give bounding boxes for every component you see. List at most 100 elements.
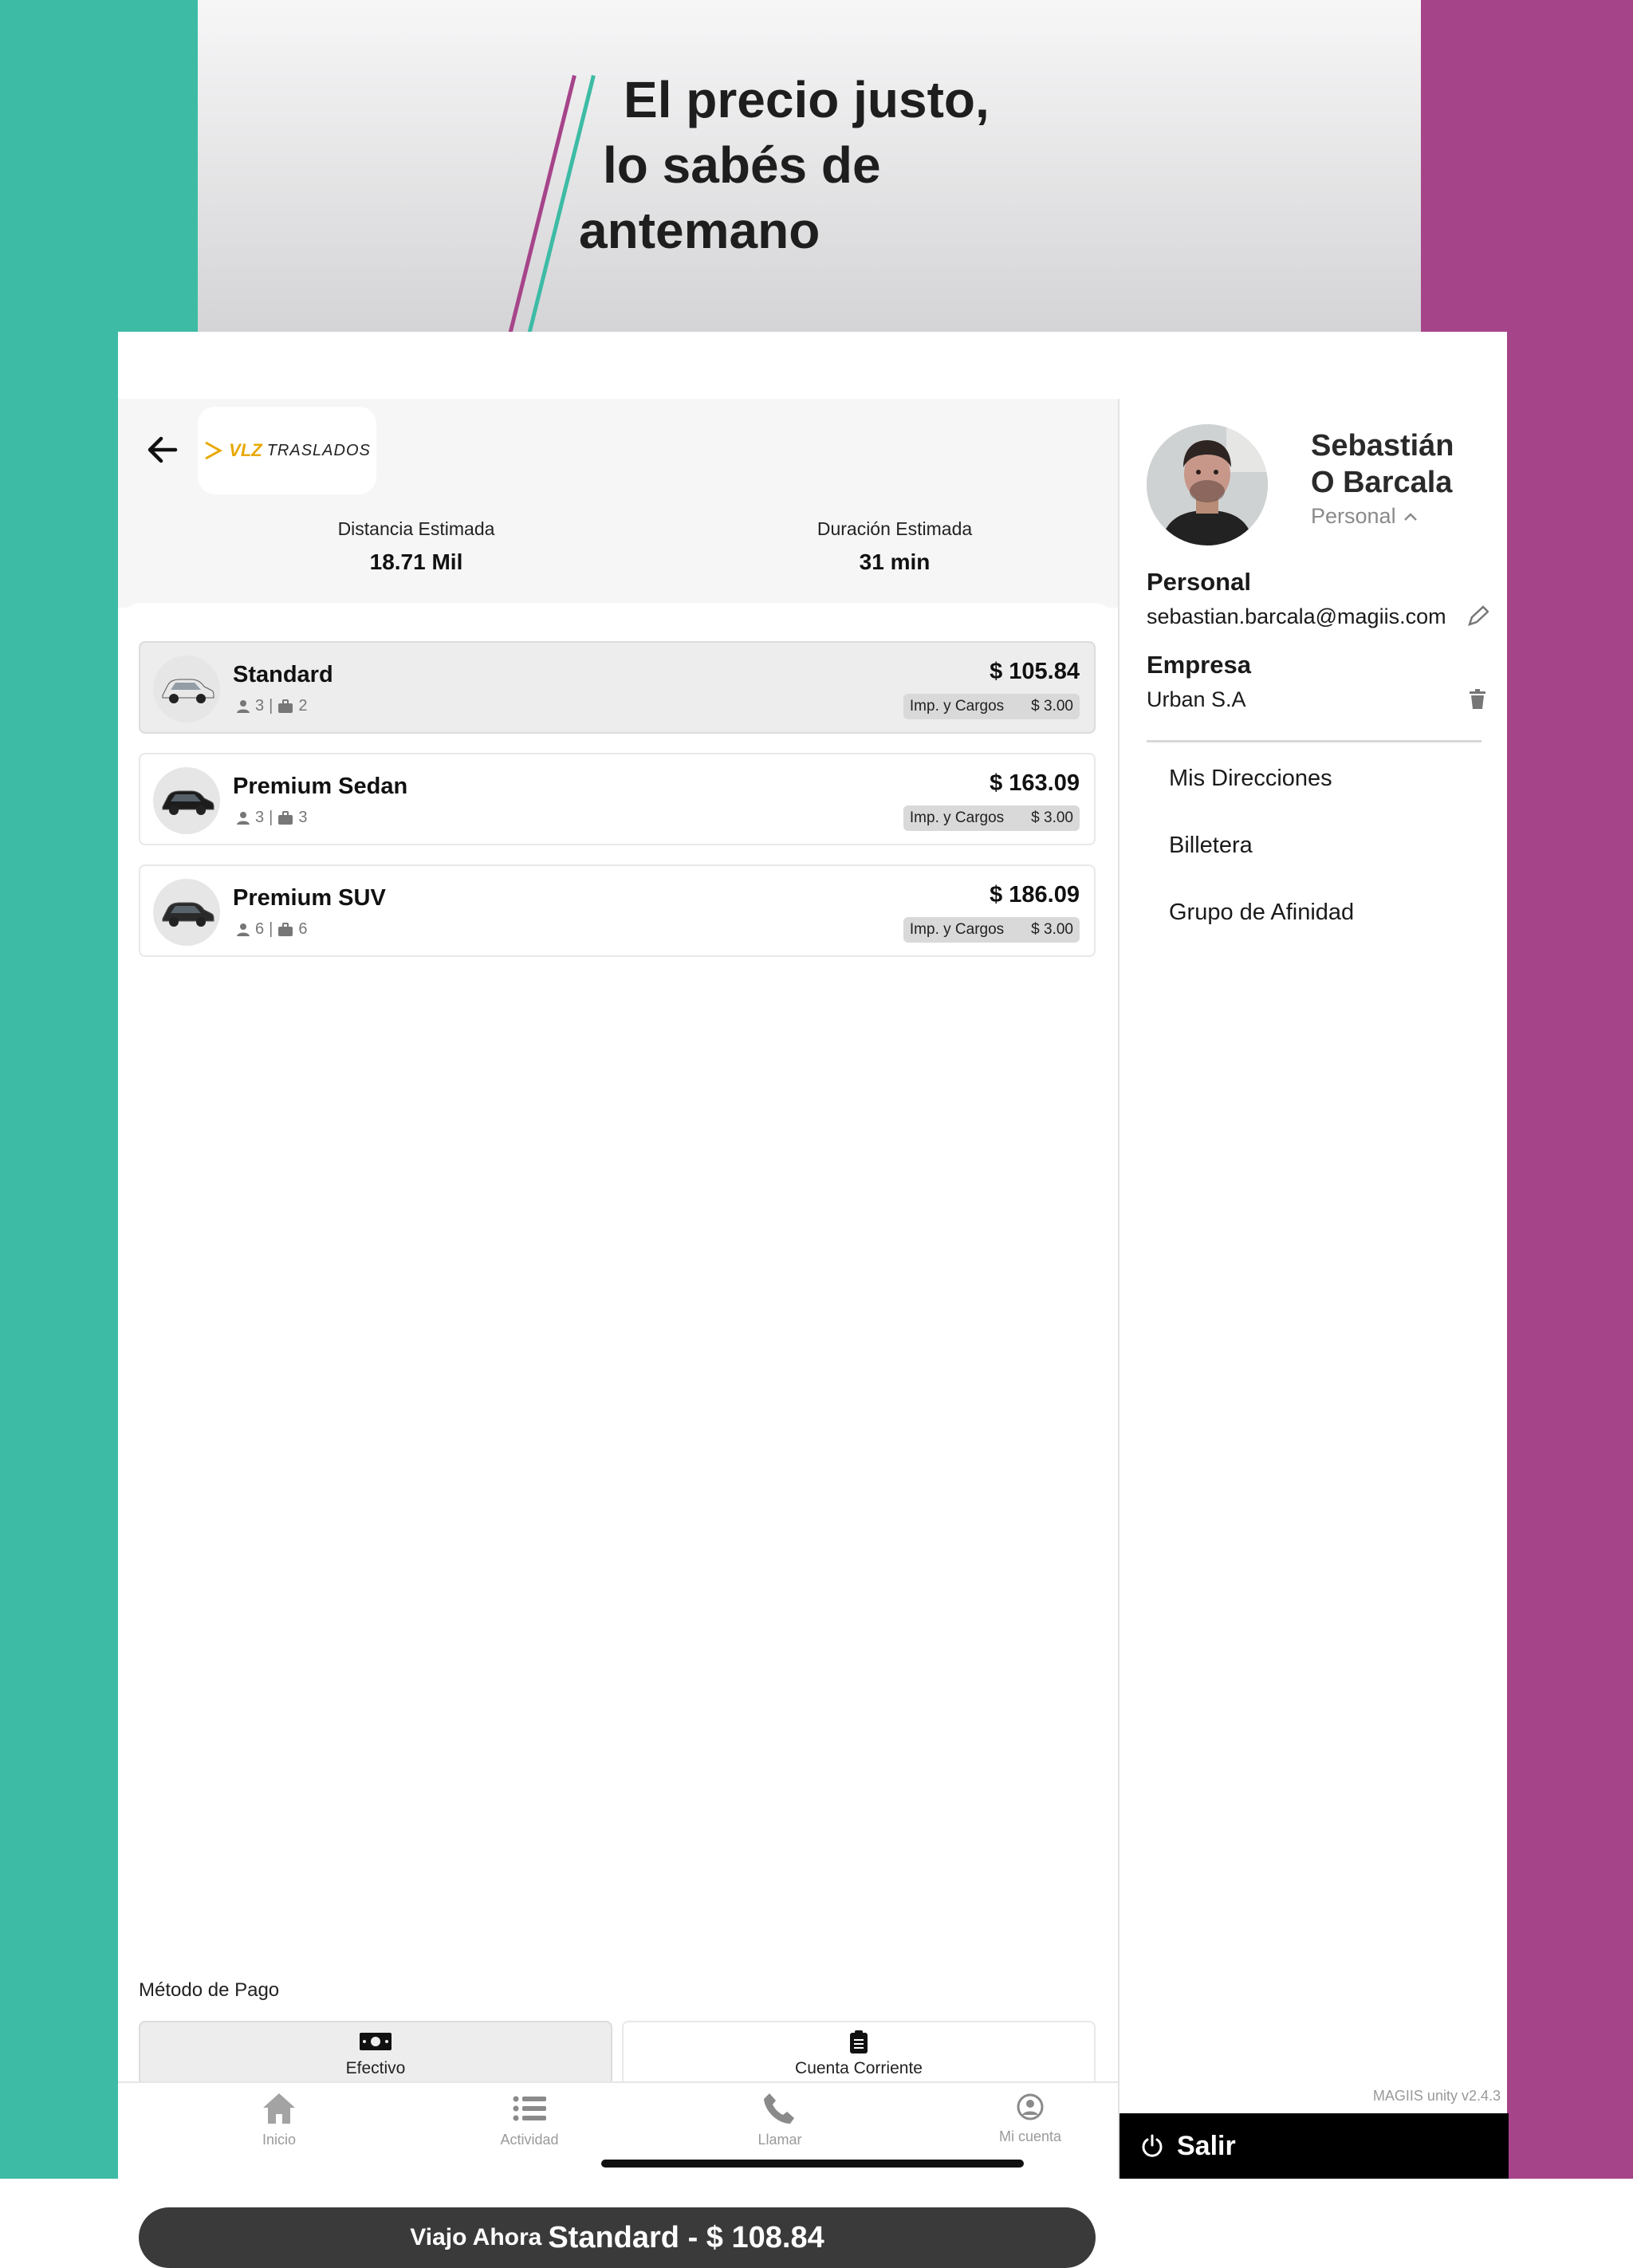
profile-selector-label: Personal [1311, 504, 1396, 528]
vehicle-name: Premium Sedan [233, 774, 408, 799]
vehicle-luggage: 6 [298, 920, 308, 938]
user-photo-icon [1147, 424, 1268, 545]
home-indicator [601, 2160, 1024, 2168]
person-icon [237, 923, 250, 936]
payment-option-cash[interactable]: Efectivo [139, 2021, 612, 2086]
banner-line-2: lo sabés de [603, 136, 881, 194]
logo-chevron-icon [205, 441, 223, 460]
vehicle-taxes-badge: Imp. y Cargos $ 3.00 [903, 805, 1080, 831]
vehicle-option[interactable]: Premium SUV 6 | 6 $ 186.09 Imp. y Cargos $ 3.0… [139, 864, 1096, 957]
tab-inicio[interactable]: Inicio [199, 2091, 359, 2148]
banner-headline: El precio justo, lo sabés de antemano [579, 67, 1153, 263]
person-icon [237, 811, 250, 825]
trash-icon [1470, 689, 1485, 709]
briefcase-icon [278, 922, 293, 936]
vehicle-luggage: 3 [298, 809, 308, 826]
clipboard-icon [850, 2030, 868, 2053]
duration-label: Duración Estimada [816, 518, 973, 539]
banner-line-3: antemano [579, 202, 820, 259]
logo-mark-text: VLZ [229, 440, 262, 460]
trip-quote-panel: VLZ TRASLADOS Distancia Estimada 18.71 M… [118, 399, 1118, 2268]
tab-mi-cuenta[interactable]: Mi cuenta [950, 2091, 1110, 2145]
car-icon [162, 790, 214, 815]
vehicle-passengers: 6 [255, 920, 265, 938]
distance-label: Distancia Estimada [337, 518, 495, 539]
menu-item-mis-direcciones[interactable]: Mis Direcciones [1169, 766, 1332, 792]
ride-now-detail: Standard - $ 108.84 [548, 2220, 824, 2254]
banner-line-1: El precio justo, [624, 71, 990, 128]
avatar [1147, 424, 1268, 545]
account-company-title: Empresa [1147, 651, 1251, 679]
user-name-line-2: O Barcala [1311, 466, 1453, 499]
vehicle-taxes-badge: Imp. y Cargos $ 3.00 [903, 917, 1080, 943]
logout-label: Salir [1177, 2130, 1236, 2161]
account-icon [1017, 2093, 1044, 2120]
briefcase-icon [278, 699, 293, 713]
tab-inicio-label: Inicio [262, 2132, 297, 2148]
estimated-distance: Distancia Estimada 18.71 Mil [257, 518, 576, 575]
sidebar-divider [1147, 740, 1482, 742]
account-company-name: Urban S.A [1147, 687, 1246, 711]
trip-summary-header: VLZ TRASLADOS Distancia Estimada 18.71 M… [118, 399, 1118, 608]
payment-option-account-label: Cuenta Corriente [795, 2059, 923, 2077]
vehicle-name: Standard [233, 662, 333, 687]
car-icon [162, 679, 214, 703]
user-name-line-1: Sebastián [1311, 429, 1454, 463]
phone-icon [764, 2093, 794, 2124]
edit-account-button[interactable] [1464, 603, 1491, 630]
vehicle-taxes-label: Imp. y Cargos [909, 809, 1005, 826]
vehicle-taxes-value: $ 3.00 [1031, 809, 1073, 826]
back-button[interactable] [140, 427, 185, 472]
vehicle-price: $ 186.09 [990, 882, 1080, 908]
pencil-icon [1468, 605, 1489, 626]
profile-selector[interactable]: Personal [1311, 504, 1419, 529]
vehicle-price: $ 105.84 [990, 659, 1080, 684]
logout-button[interactable]: Salir [1119, 2113, 1509, 2179]
vehicle-image [153, 767, 220, 834]
account-personal-title: Personal [1147, 568, 1251, 596]
vehicle-image [153, 656, 220, 723]
cash-icon [360, 2033, 392, 2050]
tab-mi-cuenta-label: Mi cuenta [998, 2128, 1062, 2144]
car-icon [162, 902, 214, 927]
vehicle-taxes-badge: Imp. y Cargos $ 3.00 [903, 694, 1080, 719]
vehicle-capacity: 3 | 3 [236, 809, 307, 827]
menu-item-grupo-de-afinidad[interactable]: Grupo de Afinidad [1169, 900, 1354, 926]
capacity-separator: | [269, 920, 273, 938]
user-name: Sebastián O Barcala [1311, 427, 1454, 501]
person-icon [237, 699, 250, 713]
payment-method-label: Método de Pago [139, 1979, 280, 2001]
capacity-separator: | [269, 809, 273, 826]
payment-option-account[interactable]: Cuenta Corriente [622, 2021, 1096, 2086]
delete-account-button[interactable] [1464, 686, 1491, 713]
vehicle-option[interactable]: Standard 3 | 2 $ 105.84 Imp. y Cargos $ 3.00 [139, 641, 1096, 734]
power-icon [1142, 2134, 1163, 2157]
account-sidebar: Sebastián O Barcala Personal Personal se… [1118, 399, 1509, 2179]
app-version: MAGIIS unity v2.4.3 [1372, 2088, 1501, 2104]
vehicle-passengers: 3 [255, 809, 265, 826]
briefcase-icon [278, 810, 293, 825]
tab-actividad[interactable]: Actividad [450, 2091, 609, 2148]
vehicle-luggage: 2 [298, 697, 308, 715]
promo-banner: El precio justo, lo sabés de antemano [198, 0, 1421, 332]
vehicle-capacity: 3 | 2 [236, 697, 307, 715]
vehicle-taxes-value: $ 3.00 [1031, 698, 1073, 715]
distance-value: 18.71 Mil [369, 549, 463, 574]
vehicle-taxes-label: Imp. y Cargos [909, 921, 1005, 938]
vehicle-taxes-label: Imp. y Cargos [909, 698, 1005, 715]
app-window: VLZ TRASLADOS Distancia Estimada 18.71 M… [118, 332, 1509, 2268]
chevron-up-icon [1403, 512, 1417, 521]
tab-llamar[interactable]: Llamar [700, 2091, 860, 2148]
ride-now-prefix: Viajo Ahora [410, 2224, 542, 2250]
vehicle-name: Premium SUV [233, 885, 386, 911]
ride-now-button[interactable]: Viajo Ahora Standard - $ 108.84 [139, 2207, 1096, 2268]
vehicle-passengers: 3 [255, 697, 265, 715]
vehicle-capacity: 6 | 6 [236, 920, 307, 939]
vehicle-taxes-value: $ 3.00 [1031, 921, 1073, 938]
payment-option-cash-label: Efectivo [345, 2059, 406, 2077]
arrow-left-icon [148, 436, 178, 463]
vehicle-option[interactable]: Premium Sedan 3 | 3 $ 163.09 Imp. y Cargos $ 3… [139, 753, 1096, 845]
menu-item-billetera[interactable]: Billetera [1169, 833, 1253, 859]
estimated-duration: Duración Estimada 31 min [735, 518, 1054, 575]
company-logo: VLZ TRASLADOS [198, 407, 376, 494]
